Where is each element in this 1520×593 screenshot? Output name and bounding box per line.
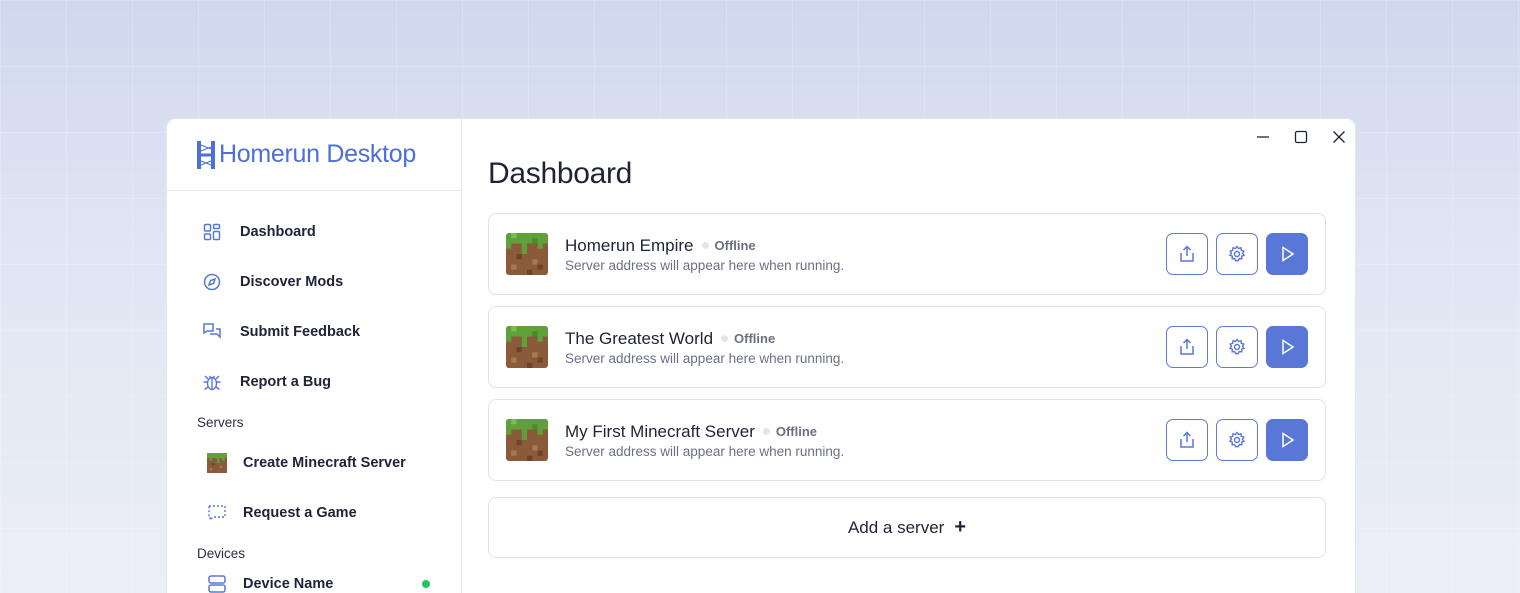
add-server-label: Add a server	[847, 517, 945, 537]
sidebar-item-create-server[interactable]: Create Minecraft Server	[167, 438, 461, 488]
server-actions	[1166, 233, 1308, 275]
settings-button[interactable]	[1216, 326, 1258, 368]
app-window: Homerun Desktop Dashboard Discover Mods …	[166, 118, 1356, 593]
server-info: The Greatest World Offline Server addres…	[565, 329, 1166, 366]
status-badge: Offline	[701, 238, 756, 253]
main-content: Dashboard Homerun Empire Offline Server …	[462, 119, 1355, 593]
play-button[interactable]	[1266, 233, 1308, 275]
homerun-logo-icon	[197, 140, 215, 169]
plus-icon: +	[954, 516, 967, 538]
device-online-indicator	[422, 580, 430, 588]
sidebar-item-label: Dashboard	[240, 224, 316, 240]
settings-button[interactable]	[1216, 233, 1258, 275]
server-address: Server address will appear here when run…	[565, 257, 845, 273]
server-info: My First Minecraft Server Offline Server…	[565, 422, 1166, 459]
server-name: The Greatest World	[565, 328, 714, 348]
minimize-icon[interactable]	[1253, 127, 1273, 147]
server-name: My First Minecraft Server	[565, 421, 755, 441]
sidebar-item-label: Discover Mods	[240, 274, 344, 290]
window-controls	[1253, 127, 1349, 147]
play-icon	[1282, 246, 1295, 262]
minecraft-grass-block-icon	[207, 453, 227, 473]
server-address: Server address will appear here when run…	[565, 443, 845, 459]
server-actions	[1166, 326, 1308, 368]
sidebar-item-discover-mods[interactable]: Discover Mods	[167, 257, 461, 307]
dashboard-grid-icon	[202, 222, 222, 242]
minecraft-grass-block-icon	[506, 419, 548, 461]
server-card[interactable]: My First Minecraft Server Offline Server…	[488, 399, 1326, 481]
app-name: Homerun Desktop	[219, 140, 416, 168]
sidebar-item-label: Device Name	[243, 576, 334, 592]
compass-icon	[202, 272, 222, 292]
play-button[interactable]	[1266, 419, 1308, 461]
play-button[interactable]	[1266, 326, 1308, 368]
play-icon	[1282, 432, 1295, 448]
status-text: Offline	[714, 238, 756, 253]
status-badge: Offline	[762, 424, 818, 439]
dashed-chat-icon	[207, 503, 227, 523]
share-icon	[1180, 245, 1194, 262]
status-badge: Offline	[721, 331, 775, 346]
server-list: Homerun Empire Offline Server address wi…	[488, 213, 1326, 481]
share-icon	[1180, 431, 1194, 448]
servers-section-label: Servers	[197, 415, 244, 430]
app-logo: Homerun Desktop	[167, 119, 461, 191]
sidebar-item-report-bug[interactable]: Report a Bug	[167, 357, 461, 407]
add-server-button[interactable]: Add a server +	[488, 497, 1326, 558]
sidebar-item-submit-feedback[interactable]: Submit Feedback	[167, 307, 461, 357]
server-rack-icon	[207, 574, 227, 593]
gear-icon	[1228, 431, 1246, 448]
status-text: Offline	[734, 331, 776, 346]
sidebar-item-device[interactable]: Device Name	[167, 569, 461, 593]
play-icon	[1282, 339, 1295, 355]
status-dot	[721, 335, 729, 342]
server-actions	[1166, 419, 1308, 461]
server-card[interactable]: The Greatest World Offline Server addres…	[488, 306, 1326, 388]
status-dot	[762, 428, 770, 435]
sidebar-item-label: Report a Bug	[240, 374, 332, 390]
minecraft-grass-block-icon	[506, 233, 548, 275]
server-card[interactable]: Homerun Empire Offline Server address wi…	[488, 213, 1326, 295]
share-icon	[1180, 338, 1194, 355]
sidebar-item-label: Submit Feedback	[240, 324, 361, 340]
gear-icon	[1228, 245, 1246, 262]
sidebar-nav: Dashboard Discover Mods Submit Feedback	[167, 191, 461, 593]
share-button[interactable]	[1166, 326, 1208, 368]
bug-icon	[202, 372, 222, 392]
share-button[interactable]	[1166, 419, 1208, 461]
minecraft-grass-block-icon	[506, 326, 548, 368]
chat-bubbles-icon	[202, 322, 222, 342]
sidebar: Homerun Desktop Dashboard Discover Mods …	[167, 119, 462, 593]
settings-button[interactable]	[1216, 419, 1258, 461]
server-info: Homerun Empire Offline Server address wi…	[565, 236, 1166, 273]
page-title: Dashboard	[488, 157, 633, 190]
status-dot	[701, 242, 709, 249]
server-name: Homerun Empire	[565, 235, 694, 255]
sidebar-item-dashboard[interactable]: Dashboard	[167, 207, 461, 257]
sidebar-item-request-game[interactable]: Request a Game	[167, 488, 461, 538]
maximize-icon[interactable]	[1291, 127, 1311, 147]
devices-section-label: Devices	[197, 546, 246, 561]
status-text: Offline	[775, 424, 818, 439]
close-icon[interactable]	[1329, 127, 1349, 147]
sidebar-item-label: Request a Game	[243, 505, 357, 521]
share-button[interactable]	[1166, 233, 1208, 275]
sidebar-item-label: Create Minecraft Server	[243, 455, 406, 471]
server-address: Server address will appear here when run…	[565, 350, 845, 366]
gear-icon	[1228, 338, 1246, 355]
